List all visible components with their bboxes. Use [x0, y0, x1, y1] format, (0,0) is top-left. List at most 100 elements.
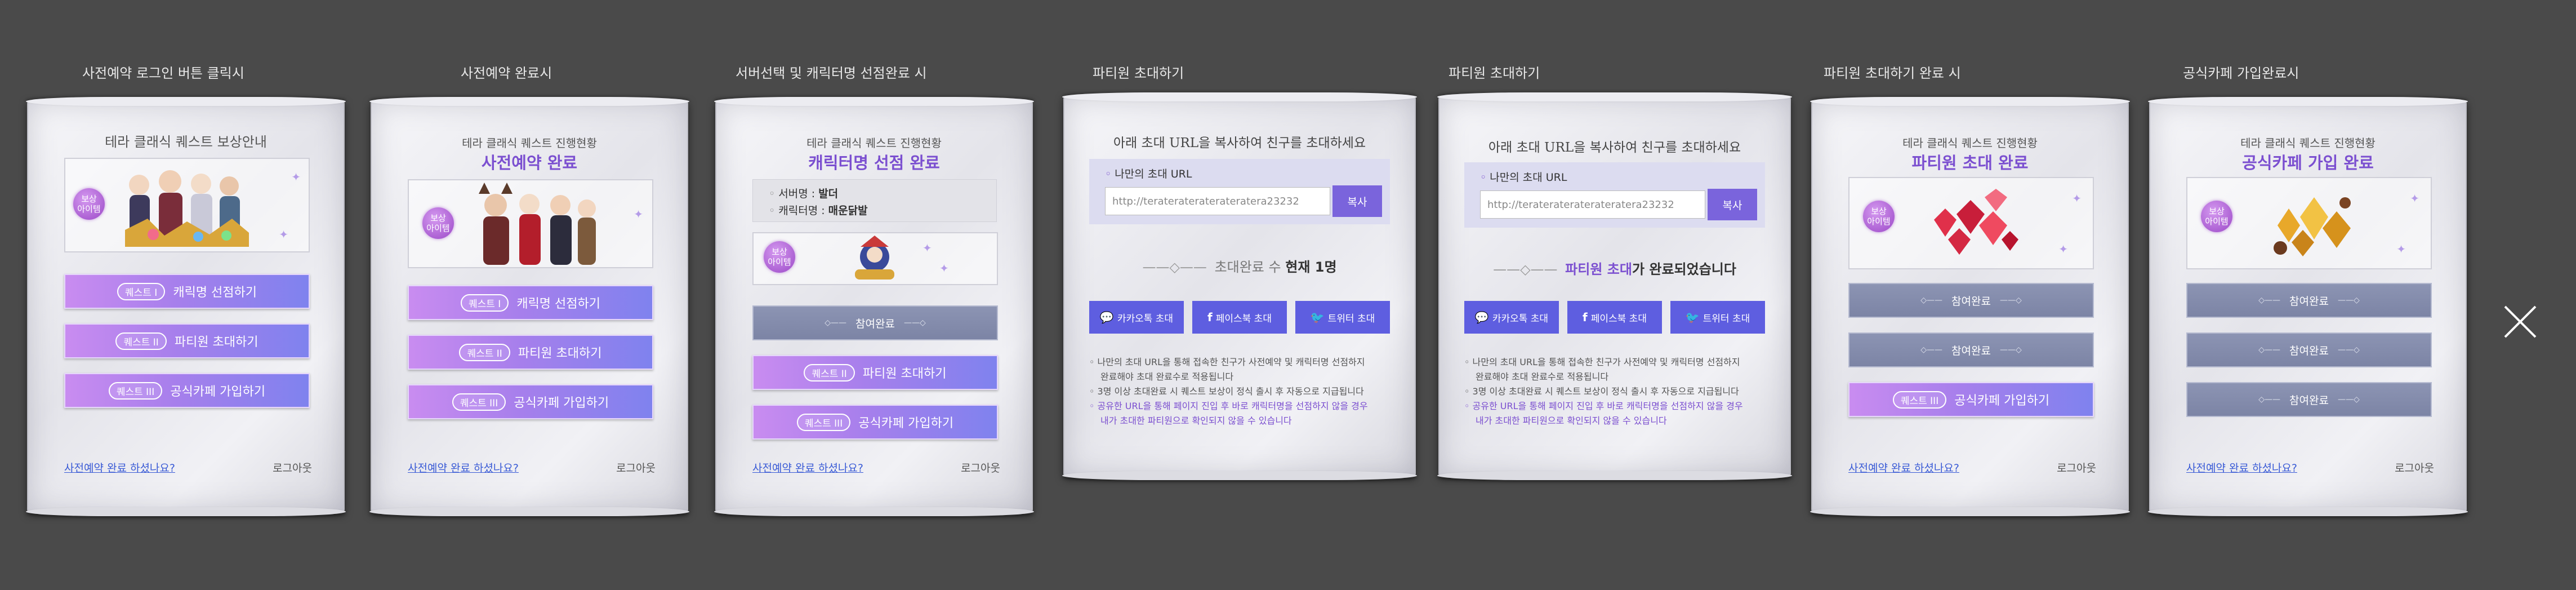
sparkle-icon: ✦ [2410, 192, 2419, 205]
sparkle-icon: ✦ [291, 170, 301, 184]
caption-3: 서버선택 및 캐릭터명 선점완료 시 [736, 65, 927, 81]
reward-mascot-art [855, 236, 894, 280]
bullet-icon: ◦ [769, 205, 779, 217]
logout-button[interactable]: 로그아웃 [961, 460, 1000, 475]
invite-count-status: ——◇—— 초대완료 수 현재 1명 [1064, 256, 1415, 276]
invite-url-input[interactable]: http://teraterateraterateratera23232 [1105, 187, 1330, 215]
bullet-icon: ◦ [1105, 168, 1115, 180]
logout-button[interactable]: 로그아웃 [273, 460, 312, 475]
dash-icon: ◇—— [2258, 395, 2281, 404]
panel-title: 테라 클래식 퀘스트 보상안내 [105, 134, 267, 150]
kakao-invite-button[interactable]: 💬 카카오톡 초대 [1089, 301, 1184, 334]
dash-icon: ——◇ [1999, 345, 2022, 354]
character-label: 캐릭터명 : [778, 205, 825, 217]
quest-tag: 퀘스트 I [117, 282, 166, 300]
kakao-invite-button[interactable]: 💬 카카오톡 초대 [1464, 301, 1559, 334]
logout-button[interactable]: 로그아웃 [2395, 460, 2434, 475]
sparkle-icon: ✦ [922, 241, 932, 255]
logout-button[interactable]: 로그아웃 [616, 460, 656, 475]
chat-bubble-icon: 💬 [1474, 310, 1489, 324]
sparkle-icon: ✦ [939, 261, 949, 275]
quest-tag: 퀘스트 II [804, 363, 855, 381]
quest-2-button[interactable]: 퀘스트 II 파티원 초대하기 [408, 335, 653, 370]
twitter-invite-label: 트위터 초대 [1703, 313, 1750, 325]
twitter-invite-label: 트위터 초대 [1327, 313, 1375, 325]
twitter-bird-icon: 🐦 [1310, 310, 1325, 324]
quest-2-button[interactable]: 퀘스트 II 파티원 초대하기 [64, 323, 310, 358]
note-line: 완료해야 초대 완료수로 적용됩니다 [1100, 371, 1234, 382]
sparkle-icon: ✦ [2072, 192, 2082, 205]
caption-4: 파티원 초대하기 [1093, 65, 1184, 81]
quest-1-done-button[interactable]: ◇—— 참여완료 ——◇ [2186, 283, 2432, 318]
sparkle-icon: ✦ [634, 207, 643, 221]
invite-count-value: 현재 1명 [1285, 259, 1337, 275]
invite-complete-text: 가 완료되었습니다 [1632, 261, 1736, 277]
copy-button[interactable]: 복사 [1332, 185, 1382, 217]
dash-icon: ——◇ [2337, 345, 2360, 354]
preregistration-done-link[interactable]: 사전예약 완료 하셨나요? [2186, 460, 2297, 475]
invite-url-input[interactable]: http://teraterateraterateratera23232 [1480, 190, 1705, 219]
reward-gems-art [1934, 189, 2018, 255]
reward-gold-art [2274, 197, 2351, 256]
caption-7: 공식카페 가입완료시 [2183, 65, 2299, 81]
dash-icon: ——◇ [1999, 296, 2022, 305]
quest-3-done-button[interactable]: ◇—— 참여완료 ——◇ [2186, 382, 2432, 417]
preregistration-done-link[interactable]: 사전예약 완료 하셨나요? [752, 460, 863, 475]
invite-url-label: ◦ 나만의 초대 URL [1105, 166, 1192, 181]
quest-2-done-button[interactable]: ◇—— 참여완료 ——◇ [2186, 332, 2432, 367]
bullet-icon: ◦ [769, 188, 779, 200]
done-label: 참여완료 [2289, 394, 2329, 407]
close-icon[interactable] [2501, 302, 2540, 341]
quest-label: 캐릭명 선점하기 [173, 286, 257, 300]
quest-1-button[interactable]: 퀘스트 I 캐릭명 선점하기 [408, 285, 653, 320]
quest-tag: 퀘스트 III [1892, 391, 1947, 409]
preregistration-done-link[interactable]: 사전예약 완료 하셨나요? [1848, 460, 1959, 475]
sparkle-icon: ✦ [279, 228, 288, 241]
quest-2-button[interactable]: 퀘스트 II 파티원 초대하기 [752, 355, 998, 390]
done-label: 참여완료 [2289, 295, 2329, 308]
panel-title: 테라 클래식 퀘스트 진행현황 [2240, 136, 2376, 150]
facebook-invite-button[interactable]: f 페이스북 초대 [1192, 301, 1287, 334]
preregistration-done-link[interactable]: 사전예약 완료 하셨나요? [408, 460, 519, 475]
caption-5: 파티원 초대하기 [1449, 65, 1540, 81]
character-row: ◦ 캐릭터명 : 매운닭발 [769, 202, 868, 218]
quest-3-button[interactable]: 퀘스트 III 공식카페 가입하기 [752, 405, 998, 440]
note-line-highlight: 내가 초대한 파티원으로 확인되지 않을 수 있습니다 [1476, 415, 1667, 426]
reward-badge: 보상 아이템 [1863, 201, 1895, 232]
panel-subtitle: 파티원 초대 완료 [1911, 153, 2029, 172]
reward-badge: 보상 아이템 [73, 188, 105, 220]
twitter-invite-button[interactable]: 🐦 트위터 초대 [1670, 301, 1765, 334]
panel-subtitle: 사전예약 완료 [481, 153, 578, 172]
quest-2-done-button[interactable]: ◇—— 참여완료 ——◇ [1848, 332, 2094, 367]
server-value: 발더 [818, 188, 839, 200]
twitter-invite-button[interactable]: 🐦 트위터 초대 [1295, 301, 1390, 334]
quest-1-done-button[interactable]: ◇—— 참여완료 ——◇ [752, 305, 998, 340]
preregistration-done-link[interactable]: 사전예약 완료 하셨나요? [64, 460, 175, 475]
sparkle-icon: ✦ [2058, 242, 2068, 256]
quest-3-button[interactable]: 퀘스트 III 공식카페 가입하기 [1848, 382, 2094, 417]
dash-icon: ◇—— [825, 318, 847, 327]
note-line: ◦ 나만의 초대 URL을 통해 접속한 친구가 사전예약 및 캐릭터명 선점하… [1089, 357, 1365, 367]
panel-title: 테라 클래식 퀘스트 진행현황 [1902, 136, 2038, 150]
panel-subtitle: 캐릭터명 선점 완료 [808, 153, 940, 172]
invite-url-box: ◦ 나만의 초대 URL http://terateraterateratera… [1089, 159, 1390, 224]
reward-badge: 보상 아이템 [422, 207, 454, 239]
note-line-highlight: ◦ 공유한 URL을 통해 페이지 진입 후 바로 캐릭터명을 선점하지 않을 … [1464, 401, 1743, 411]
dash-icon: ——◇ [2337, 296, 2360, 305]
panel-reward-guide: 테라 클래식 퀘스트 보상안내 보상 아이템 ✦ ✦ 퀘스트 I 캐릭명 선점하… [26, 97, 346, 516]
quest-3-button[interactable]: 퀘스트 III 공식카페 가입하기 [64, 373, 310, 408]
quest-1-done-button[interactable]: ◇—— 참여완료 ——◇ [1848, 283, 2094, 318]
invite-url-box: ◦ 나만의 초대 URL http://terateraterateratera… [1464, 162, 1765, 228]
dash-icon: ◇—— [1920, 345, 1943, 354]
note-line: ◦ 3명 이상 초대완료 시 퀘스트 보상이 정식 출시 후 자동으로 지급됩니… [1464, 386, 1739, 397]
dash-icon: ◇—— [2258, 296, 2281, 305]
quest-3-button[interactable]: 퀘스트 III 공식카페 가입하기 [408, 384, 653, 419]
quest-1-button[interactable]: 퀘스트 I 캐릭명 선점하기 [64, 274, 310, 309]
copy-button[interactable]: 복사 [1708, 189, 1757, 220]
reward-badge: 보상 아이템 [764, 241, 795, 273]
dash-icon: ——◇ [903, 318, 926, 327]
logout-button[interactable]: 로그아웃 [2057, 460, 2096, 475]
quest-tag: 퀘스트 I [460, 294, 509, 312]
facebook-invite-button[interactable]: f 페이스북 초대 [1567, 301, 1662, 334]
quest-label: 파티원 초대하기 [518, 347, 602, 361]
